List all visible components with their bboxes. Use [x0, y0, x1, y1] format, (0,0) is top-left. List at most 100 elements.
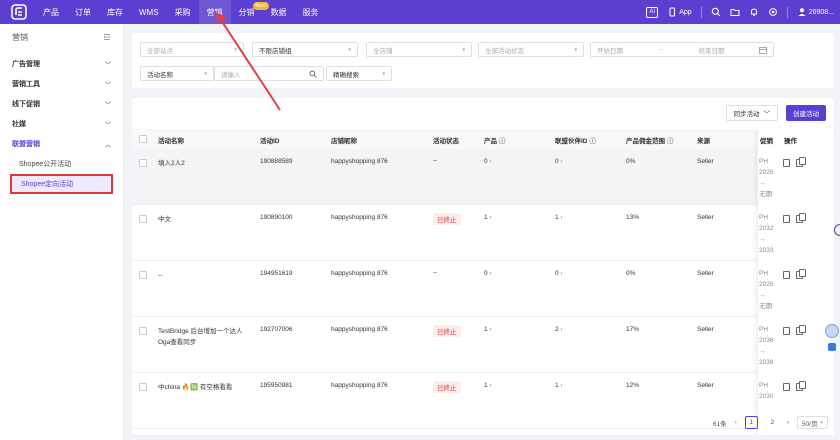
- row-checkbox[interactable]: [139, 327, 147, 335]
- chevron-down-icon: ﹀: [104, 102, 111, 109]
- chat-icon[interactable]: [828, 343, 836, 351]
- nav-service[interactable]: 服务: [295, 0, 327, 24]
- top-right-tools: AI App 26908...: [646, 0, 834, 24]
- partner-count-value: 0: [555, 270, 559, 277]
- shop-select[interactable]: 全店铺 ▾: [366, 42, 472, 57]
- promo-line: 2026: [759, 281, 774, 288]
- source: Seller: [697, 270, 714, 277]
- page-2-button[interactable]: 2: [766, 416, 779, 429]
- keyword-input[interactable]: 请输入: [214, 66, 324, 81]
- col-product[interactable]: 产品 ⓘ: [484, 135, 505, 145]
- activity-status-select[interactable]: 全部活动状态 ▾: [478, 42, 584, 57]
- side-panel-toggle[interactable]: [834, 224, 840, 236]
- col-id: 活动ID: [260, 138, 280, 145]
- divider: [786, 6, 788, 18]
- folder-icon[interactable]: [730, 7, 740, 17]
- partner-count[interactable]: 0 ›: [555, 158, 563, 165]
- ai-button[interactable]: AI: [646, 6, 659, 18]
- row-checkbox[interactable]: [139, 215, 147, 223]
- copy-icon[interactable]: [796, 381, 806, 391]
- page-size-select[interactable]: 50/页 ▾: [796, 416, 828, 429]
- copy-icon[interactable]: [796, 269, 806, 279]
- product-count[interactable]: 0 ›: [484, 158, 492, 165]
- field-select[interactable]: 活动名称 ▾: [140, 66, 214, 81]
- row-operations: [783, 213, 806, 223]
- partner-count[interactable]: 0 ›: [555, 270, 563, 277]
- edit-icon[interactable]: [783, 327, 790, 335]
- user-menu[interactable]: 26908...: [797, 7, 834, 17]
- product-count-value: 1: [484, 382, 488, 389]
- table-row[interactable]: 填入2人2 190888589 happyshopping 876 -- 0 ›…: [132, 149, 834, 205]
- col-partner[interactable]: 联盟伙伴ID ⓘ: [555, 135, 596, 145]
- edit-icon[interactable]: [783, 215, 790, 223]
- date-range-picker[interactable]: 开始日期 → 结束日期: [590, 42, 774, 57]
- collapse-menu-icon[interactable]: [103, 33, 111, 41]
- help-icon[interactable]: ⓘ: [667, 138, 674, 145]
- create-activity-button[interactable]: 创建活动: [786, 105, 826, 121]
- partner-count[interactable]: 1 ›: [555, 382, 563, 389]
- source: Seller: [697, 158, 714, 165]
- copy-icon[interactable]: [796, 213, 806, 223]
- sidebar-item-shopee-open[interactable]: Shopee公开活动: [0, 154, 123, 174]
- help-icon[interactable]: ⓘ: [589, 138, 596, 145]
- row-checkbox[interactable]: [139, 383, 147, 391]
- select-all-checkbox[interactable]: [139, 135, 147, 143]
- row-checkbox[interactable]: [139, 271, 147, 279]
- nav-purchase[interactable]: 采购: [167, 0, 199, 24]
- help-icon[interactable]: ⓘ: [499, 138, 506, 145]
- app-logo[interactable]: [9, 2, 29, 22]
- bell-icon[interactable]: [749, 7, 759, 17]
- col-status: 活动状态: [433, 138, 459, 145]
- product-count[interactable]: 0 ›: [484, 270, 492, 277]
- activity-name: --: [158, 272, 163, 279]
- assistant-avatar[interactable]: [825, 324, 839, 338]
- promo-line: PH: [759, 382, 769, 389]
- table-row[interactable]: TestBridge 后台增加一个达人Oga查看同步 192707006 hap…: [132, 317, 834, 373]
- product-count[interactable]: 1 ›: [484, 214, 492, 221]
- site-select[interactable]: 全部站点 ▾: [140, 42, 244, 57]
- nav-products[interactable]: 产品: [35, 0, 67, 24]
- row-checkbox[interactable]: [139, 159, 147, 167]
- nav-data[interactable]: 数据: [263, 0, 295, 24]
- nav-distribution[interactable]: 分销 New: [231, 0, 269, 24]
- edit-icon[interactable]: [783, 271, 790, 279]
- search-icon[interactable]: [711, 7, 721, 17]
- nav-inventory[interactable]: 库存: [99, 0, 131, 24]
- edit-icon[interactable]: [783, 159, 790, 167]
- edit-icon[interactable]: [783, 383, 790, 391]
- search-icon[interactable]: [309, 70, 317, 78]
- sidebar-group-label: 营销工具: [12, 81, 40, 88]
- user-icon: [798, 8, 806, 16]
- partner-count[interactable]: 1 ›: [555, 214, 563, 221]
- sidebar-group-ads[interactable]: 广告管理 ﹀: [0, 54, 123, 74]
- sidebar-group-social[interactable]: 社媒 ﹀: [0, 114, 123, 134]
- search-mode-select[interactable]: 精确搜索 ▾: [326, 66, 392, 81]
- settings-icon[interactable]: [768, 7, 778, 17]
- sync-activity-button[interactable]: 同步活动 ﹀: [725, 105, 778, 121]
- app-download-link[interactable]: App: [667, 7, 692, 17]
- sidebar-group-affiliate[interactable]: 联盟营销 ︿: [0, 134, 123, 154]
- table-row[interactable]: 中文 190890100 happyshopping 876 已终止 1 › 1…: [132, 205, 834, 261]
- product-count[interactable]: 1 ›: [484, 382, 492, 389]
- partner-count-value: 1: [555, 382, 559, 389]
- sidebar-group-marketing-tools[interactable]: 营销工具 ﹀: [0, 74, 123, 94]
- sidebar-group-offline-promo[interactable]: 线下促销 ﹀: [0, 94, 123, 114]
- activity-name: 填入2人2: [158, 160, 185, 167]
- nav-marketing[interactable]: 营销: [198, 0, 231, 24]
- chevron-right-icon: ›: [560, 326, 563, 333]
- col-commission[interactable]: 产品佣金范围 ⓘ: [626, 135, 673, 145]
- prev-page-button[interactable]: ‹: [735, 419, 737, 426]
- shop-group-select[interactable]: 不限店铺组 ▾: [252, 42, 358, 57]
- next-page-button[interactable]: ›: [787, 419, 789, 426]
- main-nav: 产品 订单 库存 WMS 采购 营销 分销 New 数据 服务: [35, 0, 327, 24]
- nav-wms[interactable]: WMS: [131, 0, 167, 24]
- copy-icon[interactable]: [796, 325, 806, 335]
- nav-orders[interactable]: 订单: [67, 0, 99, 24]
- copy-icon[interactable]: [796, 157, 806, 167]
- sidebar-item-shopee-targeted[interactable]: Shopee定向活动: [10, 174, 113, 194]
- partner-count[interactable]: 2 ›: [555, 326, 563, 333]
- table-row[interactable]: -- 194951619 happyshopping 876 -- 0 › 0 …: [132, 261, 834, 317]
- product-count[interactable]: 1 ›: [484, 326, 492, 333]
- status-badge: 已终止: [433, 325, 461, 337]
- page-1-button[interactable]: 1: [744, 416, 758, 429]
